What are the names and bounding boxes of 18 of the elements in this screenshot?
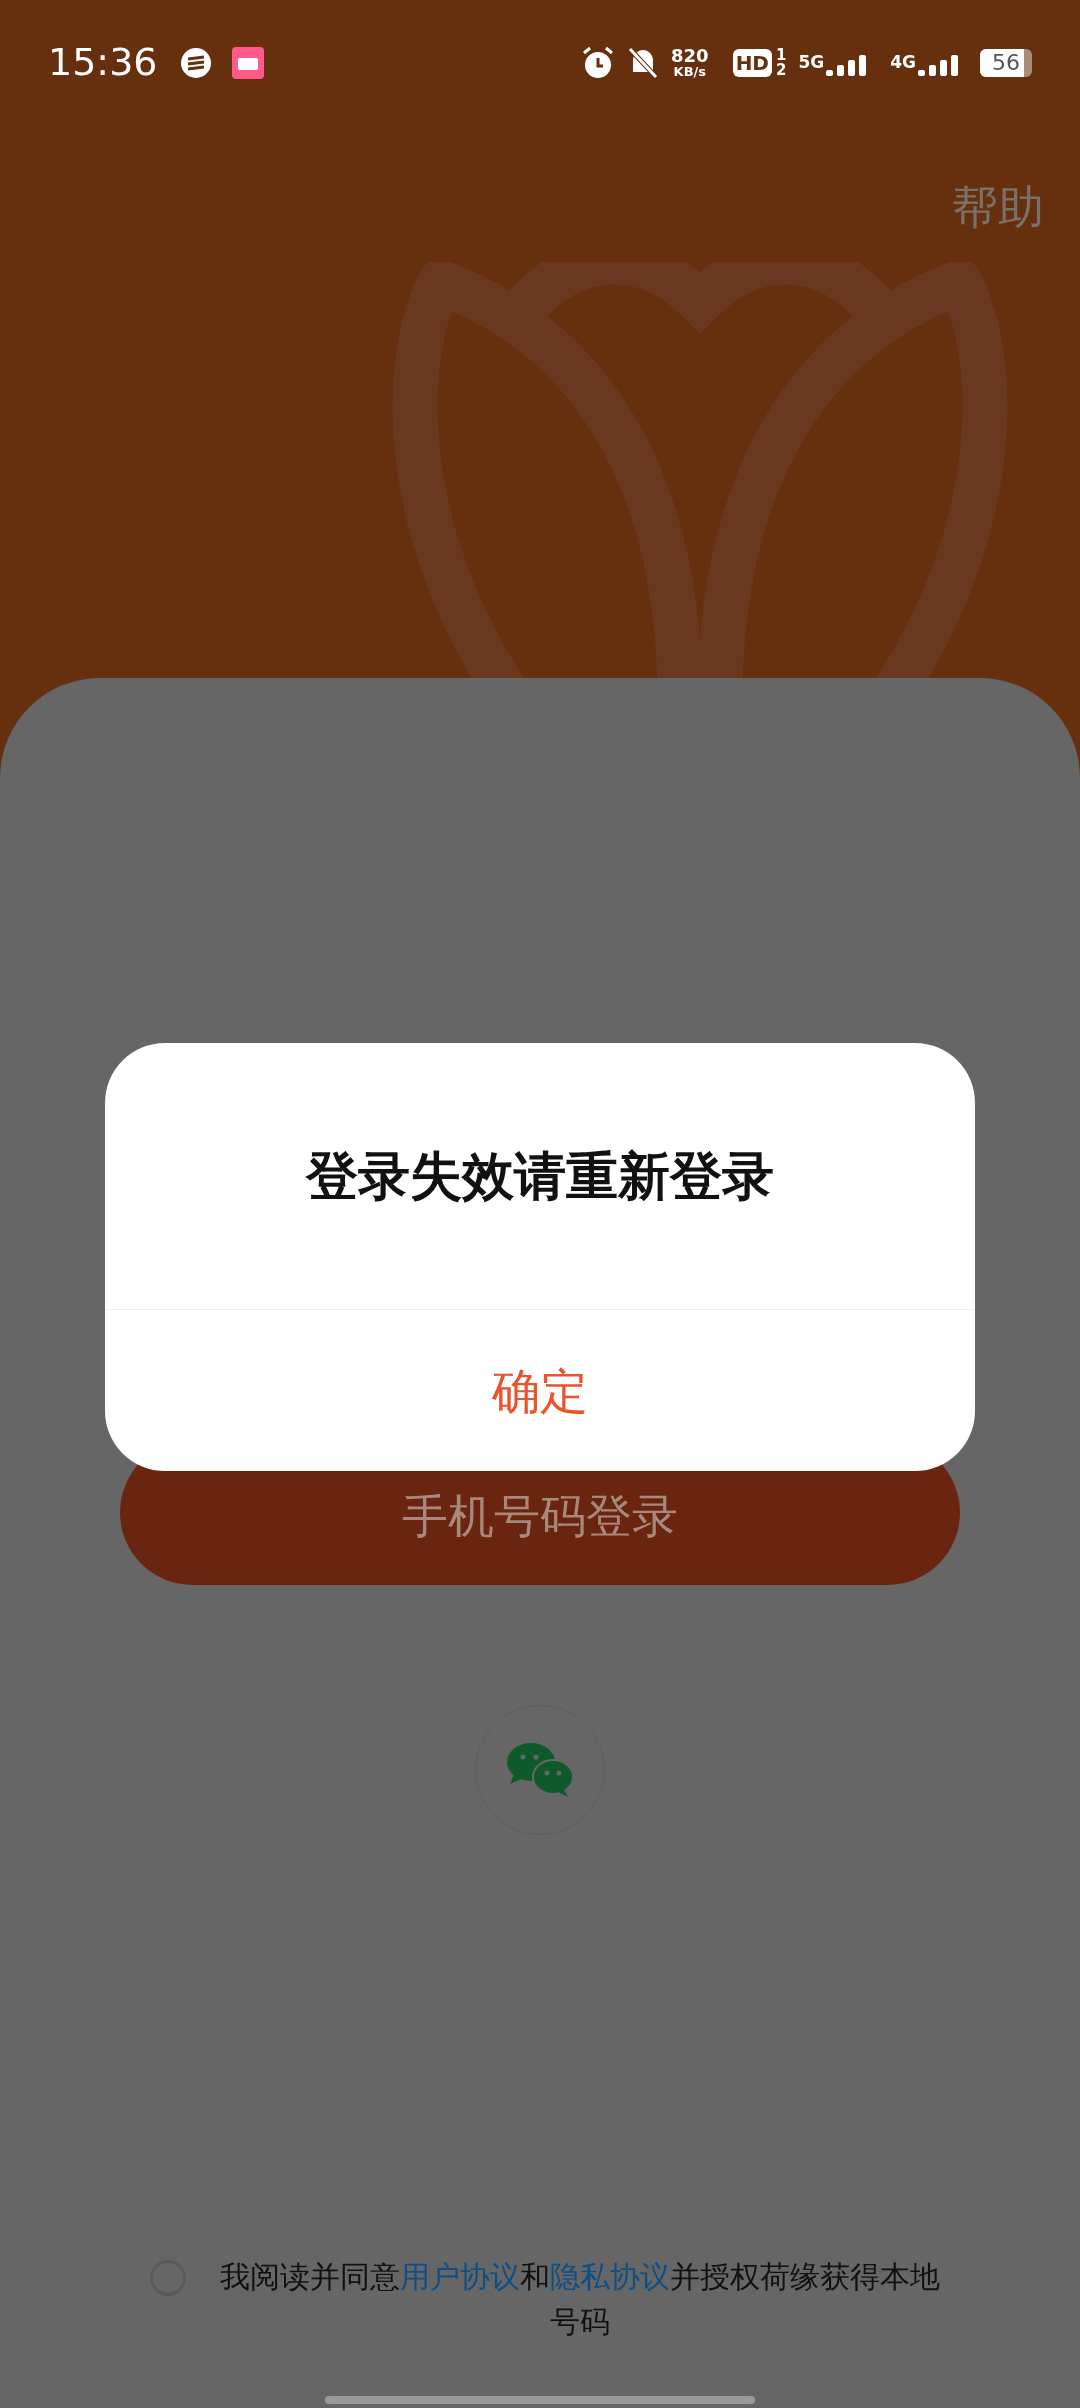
sim-number: 2 bbox=[775, 62, 787, 78]
agreement-text: 我阅读并同意用户协议和隐私协议并授权荷缘获得本地号码 bbox=[219, 2258, 941, 2341]
dialog-title: 登录失效请重新登录 bbox=[306, 1145, 774, 1208]
sim-number: 1 bbox=[775, 47, 787, 63]
help-link[interactable]: 帮助 bbox=[952, 173, 1044, 242]
chat-bubbles-icon bbox=[506, 1742, 574, 1798]
muted-bell-icon bbox=[627, 45, 660, 80]
alarm-icon bbox=[581, 45, 616, 80]
network-type: 5G bbox=[798, 50, 825, 74]
agreement-link[interactable]: 用户协议 bbox=[400, 2259, 520, 2294]
network-speed: 820 bbox=[671, 47, 709, 65]
agreement-link[interactable]: 隐私协议 bbox=[550, 2259, 670, 2294]
clock-time: 15:36 bbox=[48, 39, 158, 86]
battery-level: 56 bbox=[992, 49, 1020, 77]
network-speed-unit: KB/s bbox=[673, 65, 707, 78]
app-notification-icon bbox=[231, 46, 264, 79]
network-type: 4G bbox=[890, 50, 916, 74]
hd-badge: HD bbox=[732, 48, 772, 77]
